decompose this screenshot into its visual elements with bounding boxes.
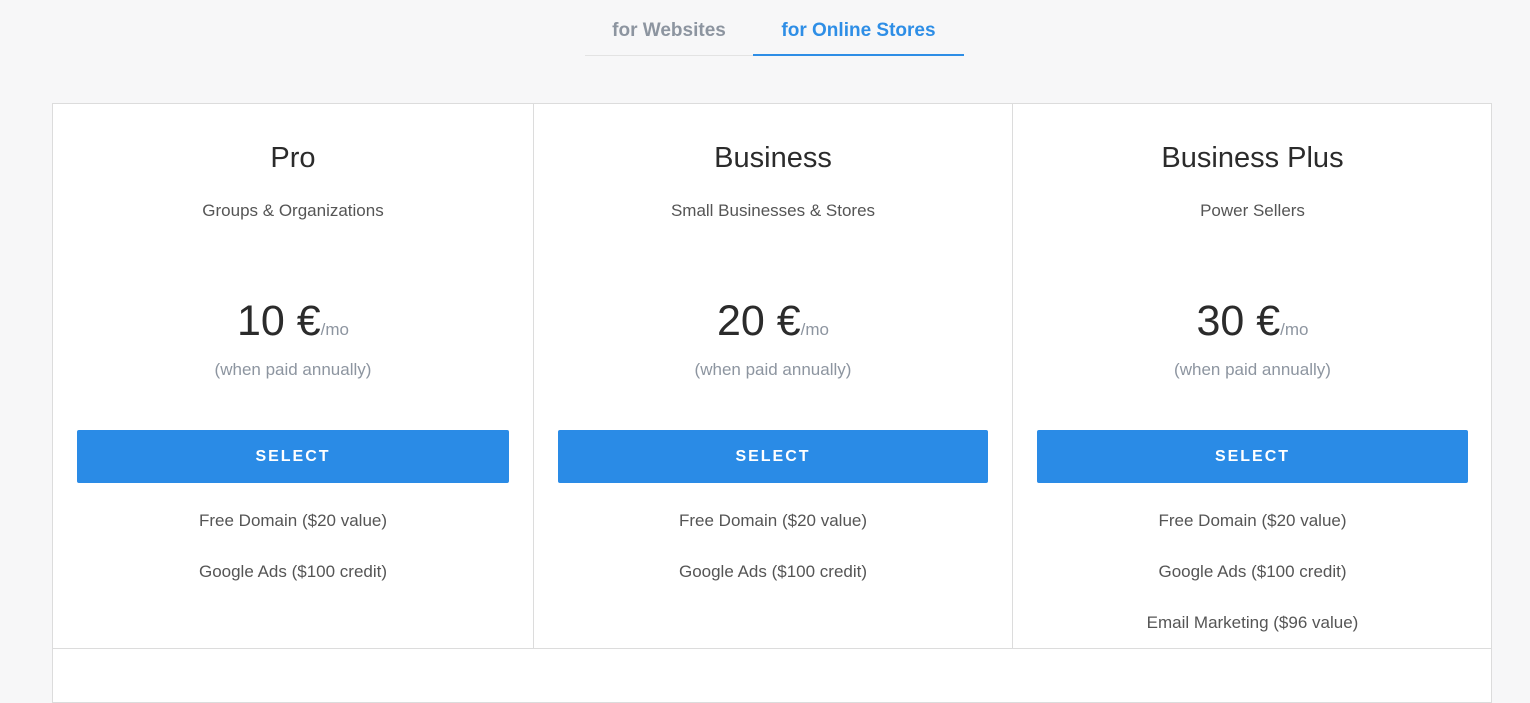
plan-price: 30 €/mo (1013, 297, 1492, 346)
select-pro-button[interactable]: SELECT (77, 430, 509, 483)
plan-audience: Groups & Organizations (202, 201, 384, 220)
plan-card-business-plus: Business Plus Power Sellers 30 €/mo (whe… (1012, 104, 1492, 648)
feature-list: Free Domain ($20 value) Google Ads ($100… (53, 511, 533, 613)
plan-audience: Power Sellers (1200, 201, 1305, 220)
billing-note: (when paid annually) (214, 360, 372, 379)
feature-item: Google Ads ($100 credit) (198, 562, 388, 581)
feature-item: Google Ads ($100 credit) (1158, 562, 1347, 581)
price-amount: 30 € (1196, 297, 1281, 345)
feature-item: Free Domain ($20 value) (1158, 511, 1347, 530)
feature-item: Email Marketing ($96 value) (1146, 613, 1359, 632)
plan-card-pro: Pro Groups & Organizations 10 €/mo (when… (53, 104, 533, 648)
feature-list: Free Domain ($20 value) Google Ads ($100… (534, 511, 1012, 613)
plan-audience: Small Businesses & Stores (670, 201, 876, 220)
price-amount: 20 € (716, 297, 801, 345)
feature-list: Free Domain ($20 value) Google Ads ($100… (1013, 511, 1492, 664)
billing-note: (when paid annually) (694, 360, 852, 379)
plan-category-tabs: for Websites for Online Stores (585, 0, 964, 56)
feature-item: Free Domain ($20 value) (198, 511, 388, 530)
select-business-plus-button[interactable]: SELECT (1037, 430, 1468, 483)
price-period: /mo (1280, 320, 1309, 339)
plan-card-business: Business Small Businesses & Stores 20 €/… (533, 104, 1012, 648)
plan-name: Pro (270, 142, 316, 174)
plan-price: 10 €/mo (53, 297, 533, 346)
tab-for-online-stores[interactable]: for Online Stores (753, 0, 964, 56)
feature-item: Free Domain ($20 value) (678, 511, 868, 530)
price-period: /mo (800, 320, 830, 339)
pricing-table: Pro Groups & Organizations 10 €/mo (when… (52, 103, 1492, 703)
plan-price: 20 €/mo (534, 297, 1012, 346)
plan-name: Business (714, 142, 832, 174)
tab-for-websites[interactable]: for Websites (585, 0, 753, 55)
feature-item: Google Ads ($100 credit) (678, 562, 868, 581)
select-business-button[interactable]: SELECT (558, 430, 988, 483)
price-amount: 10 € (236, 297, 321, 345)
divider (53, 648, 1491, 649)
billing-note: (when paid annually) (1174, 360, 1331, 379)
plan-name: Business Plus (1161, 142, 1344, 174)
price-period: /mo (320, 320, 350, 339)
